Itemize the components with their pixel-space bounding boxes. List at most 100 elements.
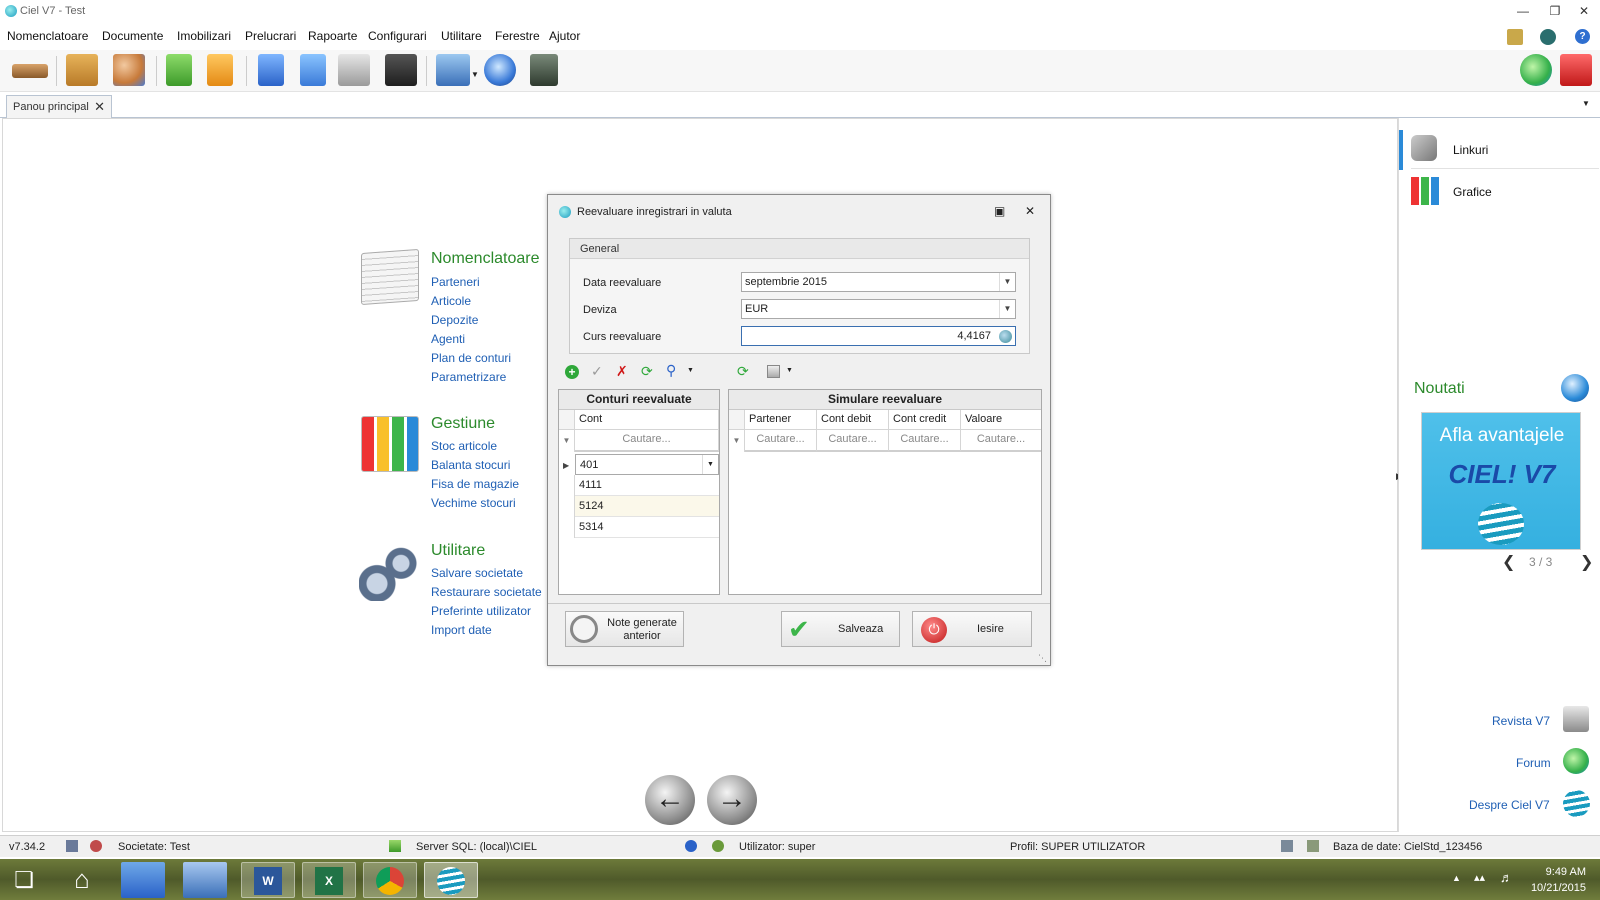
handshake-icon[interactable] xyxy=(12,64,48,78)
import-icon[interactable] xyxy=(166,54,192,86)
table-row[interactable]: 5314 xyxy=(575,517,719,538)
link-restaurare-societate[interactable]: Restaurare societate xyxy=(431,585,542,599)
confirm-icon[interactable]: ✓ xyxy=(591,363,603,380)
sim-refresh-icon[interactable]: ⟳ xyxy=(737,363,749,380)
printer-dropdown-icon[interactable]: ▼ xyxy=(471,70,479,79)
deviza-combo[interactable]: EUR ▼ xyxy=(741,299,1016,319)
data-reevaluare-combo[interactable]: septembrie 2015 ▼ xyxy=(741,272,1016,292)
chevron-down-icon[interactable]: ▼ xyxy=(999,273,1015,291)
link-preferinte-utilizator[interactable]: Preferinte utilizator xyxy=(431,604,531,618)
link-agenti[interactable]: Agenti xyxy=(431,332,465,346)
help-icon[interactable]: ? xyxy=(1575,29,1590,44)
cash-register-icon[interactable] xyxy=(338,54,370,86)
credit-filter-input[interactable]: Cautare... xyxy=(889,430,961,452)
tray-expand-icon[interactable]: ▲ xyxy=(1452,873,1461,883)
valoare-filter-input[interactable]: Cautare... xyxy=(961,430,1041,452)
chevron-down-icon[interactable]: ▼ xyxy=(999,300,1015,318)
currency-globe-icon[interactable] xyxy=(999,330,1012,343)
partener-filter-input[interactable]: Cautare... xyxy=(745,430,817,452)
add-icon[interactable]: + xyxy=(565,365,579,379)
link-vechime-stocuri[interactable]: Vechime stocuri xyxy=(431,496,516,510)
column-valoare[interactable]: Valoare xyxy=(961,410,1041,430)
export-grid-icon[interactable] xyxy=(767,365,780,378)
link-revista[interactable]: Revista V7 xyxy=(1492,714,1550,728)
menu-imobilizari[interactable]: Imobilizari xyxy=(177,29,231,43)
link-import-date[interactable]: Import date xyxy=(431,623,492,637)
chrome-icon[interactable] xyxy=(363,862,417,898)
chat-icon[interactable] xyxy=(1520,54,1552,86)
exit-button[interactable]: ⏻ Iesire xyxy=(912,611,1032,647)
link-parteneri[interactable]: Parteneri xyxy=(431,275,480,289)
link-articole[interactable]: Articole xyxy=(431,294,471,308)
printer-icon[interactable] xyxy=(436,54,470,86)
forward-arrow-button[interactable]: → xyxy=(707,775,757,825)
column-cont-credit[interactable]: Cont credit xyxy=(889,410,961,430)
computer-icon[interactable] xyxy=(183,862,227,898)
debit-filter-input[interactable]: Cautare... xyxy=(817,430,889,452)
dialog-maximize-button[interactable]: ▣ xyxy=(994,204,1005,218)
menu-configurari[interactable]: Configurari xyxy=(368,29,427,43)
menu-rapoarte[interactable]: Rapoarte xyxy=(308,29,357,43)
close-tab-icon[interactable]: ✕ xyxy=(94,99,105,115)
column-cont[interactable]: Cont xyxy=(575,410,719,430)
column-partener[interactable]: Partener xyxy=(745,410,817,430)
home-icon[interactable]: ⌂ xyxy=(55,862,109,898)
resize-grip-icon[interactable]: ⋱ xyxy=(1038,653,1047,664)
link-stoc-articole[interactable]: Stoc articole xyxy=(431,439,497,453)
control-panel-icon[interactable] xyxy=(121,862,165,898)
menu-nomenclatoare[interactable]: Nomenclatoare xyxy=(7,29,88,43)
curs-reevaluare-input[interactable]: 4,4167 xyxy=(741,326,1016,346)
search-icon[interactable]: ⚲ xyxy=(666,362,676,379)
menu-ferestre[interactable]: Ferestre xyxy=(495,29,540,43)
menu-ajutor[interactable]: Ajutor xyxy=(549,29,580,43)
table-row[interactable]: 401 ▼ xyxy=(575,454,719,475)
cont-filter-input[interactable]: Cautare... xyxy=(575,430,719,452)
delete-icon[interactable]: ✗ xyxy=(616,363,628,380)
link-despre[interactable]: Despre Ciel V7 xyxy=(1469,798,1550,812)
link-balanta-stocuri[interactable]: Balanta stocuri xyxy=(431,458,510,472)
close-button[interactable]: ✕ xyxy=(1576,4,1592,18)
link-plan-de-conturi[interactable]: Plan de conturi xyxy=(431,351,511,365)
menu-documente[interactable]: Documente xyxy=(102,29,163,43)
ciel-app-icon[interactable] xyxy=(424,862,478,898)
windows-start-icon[interactable]: ❏ xyxy=(0,862,48,898)
dialog-close-button[interactable]: ✕ xyxy=(1025,204,1035,218)
restore-button[interactable]: ❐ xyxy=(1547,4,1563,18)
rp-item-grafice[interactable]: Grafice xyxy=(1411,173,1599,211)
pdf-icon[interactable] xyxy=(1560,54,1592,86)
tab-list-dropdown-icon[interactable]: ▼ xyxy=(1582,99,1590,108)
refresh-icon[interactable]: ⟳ xyxy=(641,363,653,380)
link-salvare-societate[interactable]: Salvare societate xyxy=(431,566,523,580)
link-depozite[interactable]: Depozite xyxy=(431,313,478,327)
refresh-doc-icon[interactable] xyxy=(300,54,326,86)
link-parametrizare[interactable]: Parametrizare xyxy=(431,370,506,384)
news-banner[interactable]: Afla avantajele CIEL! V7 xyxy=(1421,412,1581,550)
settings-icon[interactable] xyxy=(1507,29,1523,45)
search-dropdown-icon[interactable]: ▼ xyxy=(687,367,694,374)
rp-item-linkuri[interactable]: Linkuri xyxy=(1411,131,1599,169)
word-icon[interactable]: W xyxy=(241,862,295,898)
column-cont-debit[interactable]: Cont debit xyxy=(817,410,889,430)
excel-icon[interactable]: X xyxy=(302,862,356,898)
volume-icon[interactable]: ♬ xyxy=(1500,870,1513,885)
wallet-icon[interactable] xyxy=(385,54,417,86)
tab-panou-principal[interactable]: Panou principal ✕ xyxy=(6,95,112,118)
users-icon[interactable] xyxy=(113,54,145,86)
news-next-icon[interactable]: ❯ xyxy=(1580,552,1593,572)
package-icon[interactable] xyxy=(66,54,98,86)
note-generate-button[interactable]: Note generate anterior xyxy=(565,611,684,647)
menu-prelucrari[interactable]: Prelucrari xyxy=(245,29,296,43)
export-dropdown-icon[interactable]: ▼ xyxy=(786,367,793,374)
save-button[interactable]: ✔ Salveaza xyxy=(781,611,900,647)
table-row[interactable]: 4111 xyxy=(575,475,719,496)
export-icon[interactable] xyxy=(207,54,233,86)
news-download-icon[interactable] xyxy=(1561,374,1589,402)
chevron-down-icon[interactable]: ▼ xyxy=(702,455,718,474)
minimize-button[interactable]: — xyxy=(1515,4,1531,18)
table-row[interactable]: 5124 xyxy=(575,496,719,517)
power-icon[interactable] xyxy=(1540,29,1556,45)
back-arrow-button[interactable]: ← xyxy=(645,775,695,825)
link-forum[interactable]: Forum xyxy=(1516,756,1551,770)
menu-utilitare[interactable]: Utilitare xyxy=(441,29,482,43)
search-preview-icon[interactable] xyxy=(484,54,516,86)
